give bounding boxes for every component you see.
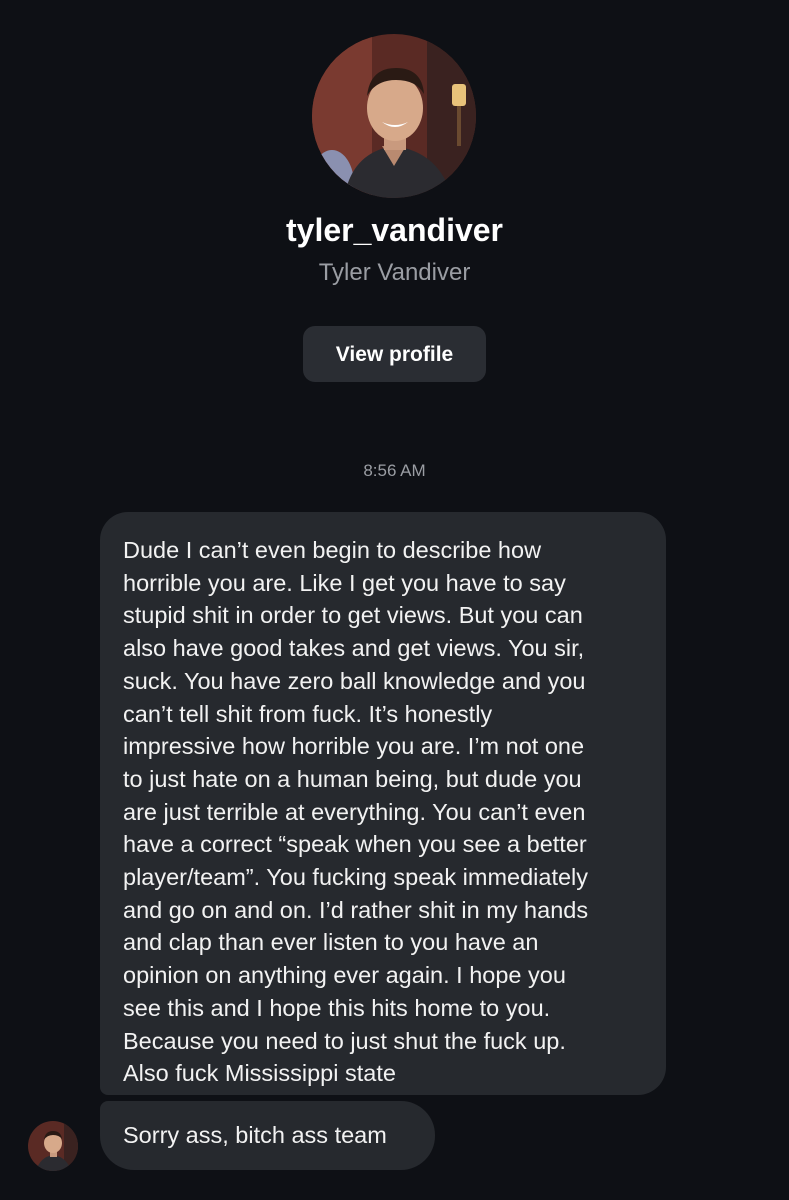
- message-line: player/team”. You fucking speak immediat…: [123, 864, 589, 891]
- message-line: and go on and on. I’d rather shit in my …: [123, 896, 589, 923]
- message-bubble[interactable]: Dude I can’t even begin to describe how …: [100, 512, 666, 1095]
- profile-photo: [312, 34, 476, 198]
- message-line: Dude I can’t even begin to describe how: [123, 537, 542, 563]
- message-line: stupid shit in order to get views. But y…: [123, 602, 583, 629]
- view-profile-button[interactable]: View profile: [303, 326, 486, 382]
- profile-full-name: Tyler Vandiver: [318, 259, 471, 286]
- message-line: see this and I hope this hits home to yo…: [123, 994, 551, 1021]
- message-line: and clap than ever listen to you have an: [123, 929, 539, 956]
- message-line: Because you need to just shut the fuck u…: [123, 1027, 566, 1054]
- message-line: are just terrible at everything. You can…: [123, 798, 586, 825]
- message-bubble[interactable]: Sorry ass, bitch ass team: [100, 1101, 435, 1170]
- profile-avatar[interactable]: [312, 34, 476, 198]
- message-line: can’t tell shit from fuck. It’s honestly: [123, 700, 493, 727]
- message-line: suck. You have zero ball knowledge and y…: [123, 667, 586, 694]
- message-line: also have good takes and get views. You …: [123, 635, 585, 662]
- message-line: have a correct “speak when you see a bet…: [123, 831, 587, 858]
- message-line: to just hate on a human being, but dude …: [123, 765, 582, 792]
- message-line: impressive how horrible you are. I’m not…: [123, 733, 585, 760]
- sender-avatar[interactable]: [28, 1121, 78, 1171]
- message-timestamp: 8:56 AM: [363, 461, 426, 480]
- profile-username: tyler_vandiver: [285, 212, 503, 248]
- message-line: Also fuck Mississippi state: [123, 1060, 396, 1087]
- message-line: horrible you are. Like I get you have to…: [123, 569, 566, 596]
- message-line: opinion on anything ever again. I hope y…: [123, 962, 566, 989]
- sender-photo: [28, 1121, 78, 1171]
